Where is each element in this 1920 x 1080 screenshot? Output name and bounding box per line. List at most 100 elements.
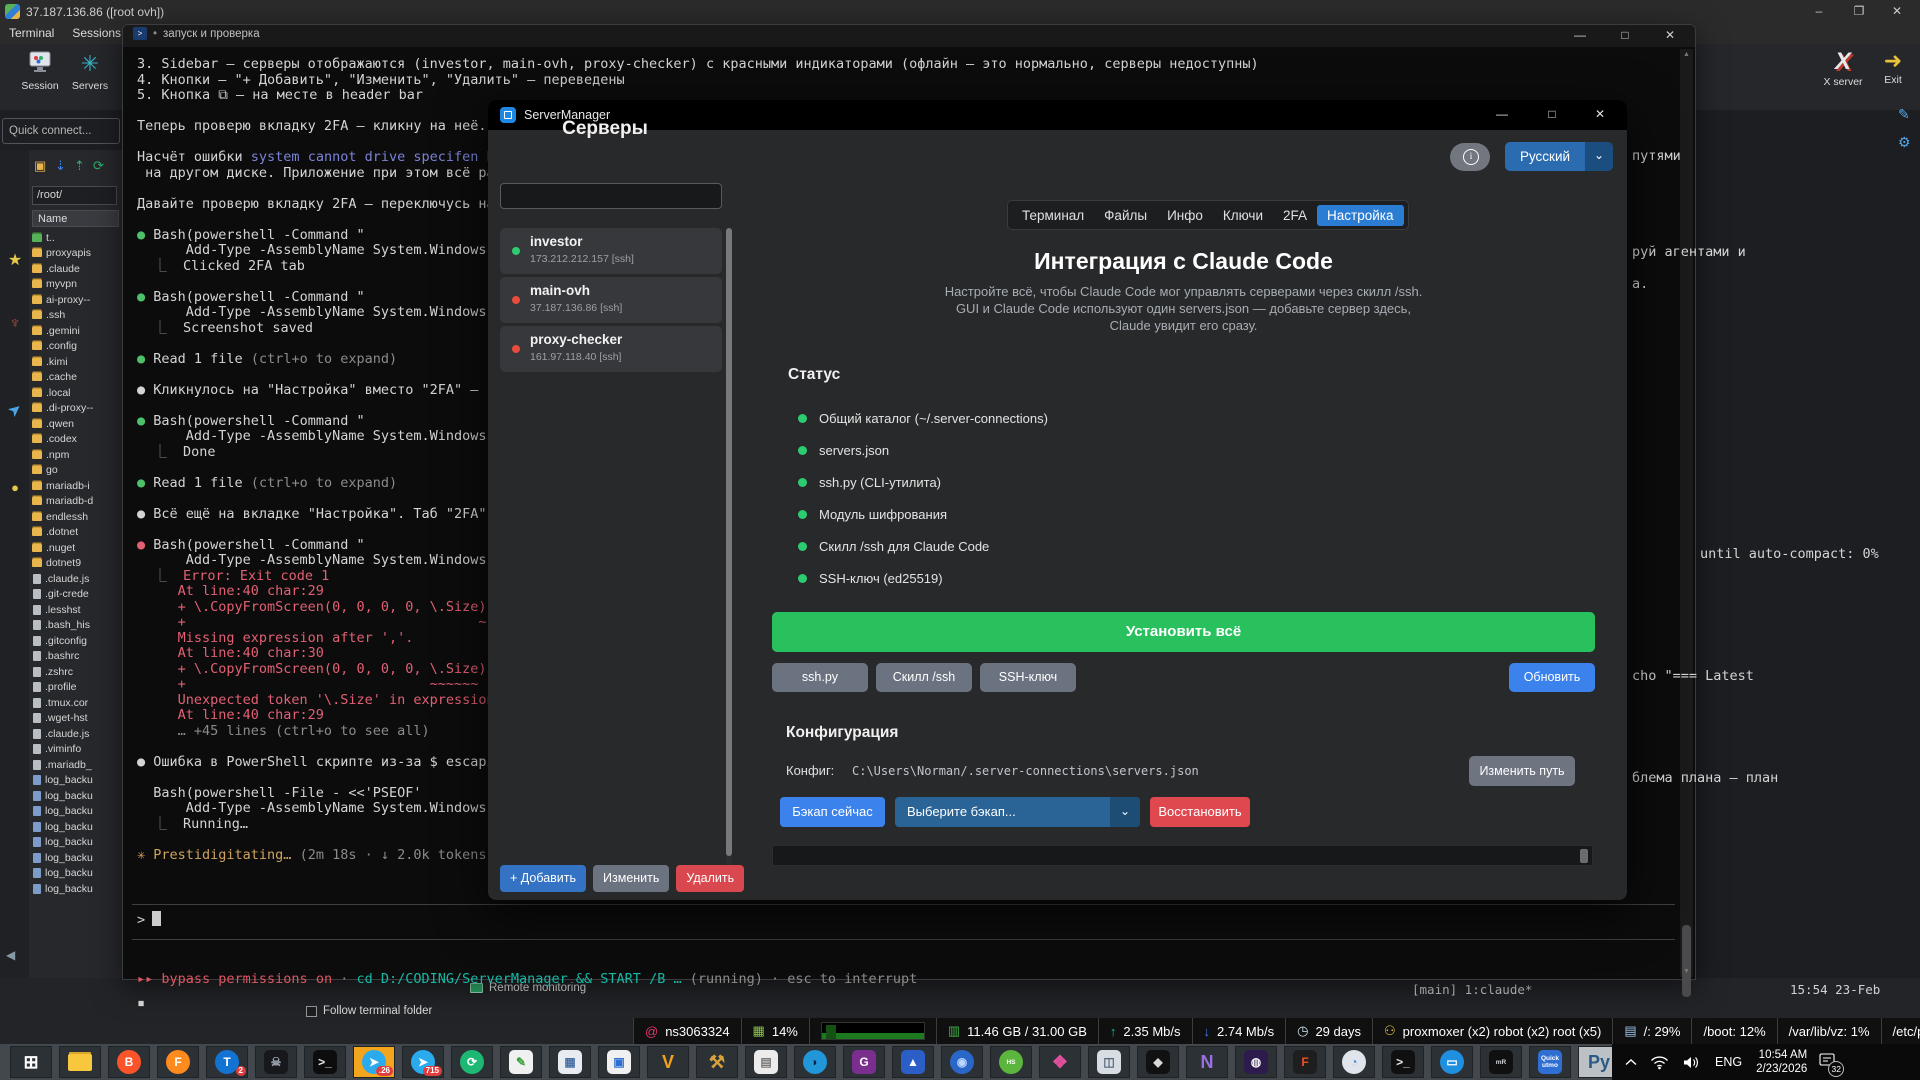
taskbar-telegram[interactable]: ➤715 [402,1046,444,1078]
taskbar-cmd[interactable]: >_ [304,1046,346,1078]
file-tree-item[interactable]: .claude [32,261,122,277]
file-tree-item[interactable]: .gitconfig [32,633,122,649]
taskbar-calculator[interactable]: ▦ [549,1046,591,1078]
taskbar-chromium-gray[interactable]: ◔ [1333,1046,1375,1078]
file-tree-item[interactable]: mariadb-i [32,478,122,494]
sm-close-button[interactable]: ✕ [1583,107,1617,121]
terminal-minimize-button[interactable]: — [1565,28,1595,42]
sm-minimize-button[interactable]: — [1485,107,1519,121]
refresh-icon[interactable]: ⟳ [93,158,104,174]
taskbar-freyr[interactable]: ☠ [255,1046,297,1078]
collapse-sidebar-icon[interactable]: ◀ [6,948,15,962]
toolbar-session-button[interactable]: Session [16,50,64,92]
terminal-tab[interactable]: > • запуск и проверка [133,27,260,40]
file-tree-item[interactable]: .profile [32,680,122,696]
file-tree-item[interactable]: .lesshst [32,602,122,618]
taskbar-gdoc-purple[interactable]: G [843,1046,885,1078]
speaker-icon[interactable] [1682,1055,1701,1070]
file-tree-item[interactable]: ai-proxy-- [32,292,122,308]
terminal-maximize-button[interactable]: □ [1610,28,1640,42]
file-tree-item[interactable]: go [32,463,122,479]
menu-sessions[interactable]: Sessions [63,24,130,42]
taskbar-quickutmo[interactable]: Quick utmo [1529,1046,1571,1078]
file-tree-item[interactable]: .wget-hst [32,711,122,727]
file-tree-item[interactable]: .qwen [32,416,122,432]
file-tree-item[interactable]: .bash_his [32,618,122,634]
taskbar-powershell[interactable]: >_ [1382,1046,1424,1078]
file-tree-item[interactable]: t.. [32,230,122,246]
tab-инфо[interactable]: Инфо [1157,205,1213,226]
file-tree-item[interactable]: .dotnet [32,525,122,541]
terminal-prompt[interactable]: > [137,911,161,928]
notifications-button[interactable]: 32 [1819,1052,1836,1073]
toolbar-servers-button[interactable]: ✳ Servers [66,50,114,92]
server-list-scrollbar[interactable] [726,228,732,893]
taskbar-start[interactable]: ⊞ [10,1046,52,1078]
file-tree-item[interactable]: .config [32,339,122,355]
file-tree-item[interactable]: log_backu [32,773,122,789]
taskbar-cube-dark[interactable]: ◆ [1137,1046,1179,1078]
file-tree-item[interactable]: .zshrc [32,664,122,680]
file-tree-item[interactable]: myvpn [32,277,122,293]
tab-настройка[interactable]: Настройка [1317,205,1403,226]
file-tree-item[interactable]: .claude.js [32,571,122,587]
file-tree-item[interactable]: .git-crede [32,587,122,603]
install-all-button[interactable]: Установить всё [772,612,1595,652]
exit-button[interactable]: ➜ Exit [1868,48,1918,86]
tools-side-icon[interactable]: ⚙ [1898,134,1911,151]
terminal-scroll-thumb[interactable] [1682,925,1691,997]
taskbar-octopus[interactable]: ◉ [941,1046,983,1078]
file-tree-item[interactable]: log_backu [32,804,122,820]
file-tree-item[interactable]: endlessh [32,509,122,525]
file-tree-item[interactable]: log_backu [32,881,122,897]
file-tree-item[interactable]: .ssh [32,308,122,324]
favorites-star-icon[interactable]: ★ [4,250,26,270]
download-icon[interactable]: ⇣ [55,158,66,174]
taskbar-file-explorer[interactable] [59,1046,101,1078]
taskbar-photos[interactable]: ▲ [892,1046,934,1078]
install-button--ssh[interactable]: Скилл /ssh [876,663,972,692]
refresh-button[interactable]: Обновить [1509,663,1595,692]
log-scroll-thumb[interactable] [1580,849,1588,863]
keyboard-language[interactable]: ENG [1715,1055,1742,1069]
file-tree-item[interactable]: .kimi [32,354,122,370]
add-server-button[interactable]: + Добавить [500,865,586,892]
server-list-scroll-thumb[interactable] [726,228,732,856]
edit-pencil-icon[interactable]: ✎ [1898,106,1910,123]
ball-icon[interactable]: ● [4,480,26,495]
file-tree-item[interactable]: dotnet9 [32,556,122,572]
file-tree-item[interactable]: proxyapis [32,246,122,262]
taskbar-notepad[interactable]: ▤ [745,1046,787,1078]
file-tree-item[interactable]: log_backu [32,835,122,851]
server-item-investor[interactable]: investor173.212.212.157 [ssh] [500,228,722,274]
tab-2fa[interactable]: 2FA [1273,205,1317,226]
sm-maximize-button[interactable]: □ [1535,107,1569,121]
taskbar-monitor-blue[interactable]: ▭ [1431,1046,1473,1078]
send-plane-icon[interactable]: ➤ [0,395,30,424]
edit-server-button[interactable]: Изменить [593,865,669,892]
file-tree-item[interactable]: .claude.js [32,726,122,742]
follow-terminal-folder-checkbox[interactable]: Follow terminal folder [306,1005,432,1017]
files-column-header[interactable]: Name [32,210,119,227]
install-button-ssh-[interactable]: SSH-ключ [980,663,1076,692]
taskbar-mremoteng[interactable]: mR [1480,1046,1522,1078]
taskbar-v-tool[interactable]: V [647,1046,689,1078]
xserver-button[interactable]: X X server [1818,48,1868,88]
tab-терминал[interactable]: Терминал [1012,205,1094,226]
file-tree-item[interactable]: log_backu [32,819,122,835]
backup-now-button[interactable]: Бэкап сейчас [780,797,885,827]
file-tree-item[interactable]: log_backu [32,788,122,804]
tab-файлы[interactable]: Файлы [1094,205,1157,226]
file-tree-item[interactable]: .npm [32,447,122,463]
change-path-button[interactable]: Изменить путь [1469,756,1575,786]
path-input[interactable]: /root/ [32,186,117,205]
moba-close-button[interactable]: ✕ [1880,4,1914,18]
taskbar-firefox[interactable]: F [157,1046,199,1078]
file-tree-item[interactable]: .bashrc [32,649,122,665]
install-button-ssh-py[interactable]: ssh.py [772,663,868,692]
file-tree-item[interactable]: .mariadb_ [32,757,122,773]
file-tree-item[interactable]: .cache [32,370,122,386]
file-tree-item[interactable]: .gemini [32,323,122,339]
taskbar-notepad-edit[interactable]: ✎ [500,1046,542,1078]
taskbar-monitor-chart[interactable]: ◫ [1088,1046,1130,1078]
